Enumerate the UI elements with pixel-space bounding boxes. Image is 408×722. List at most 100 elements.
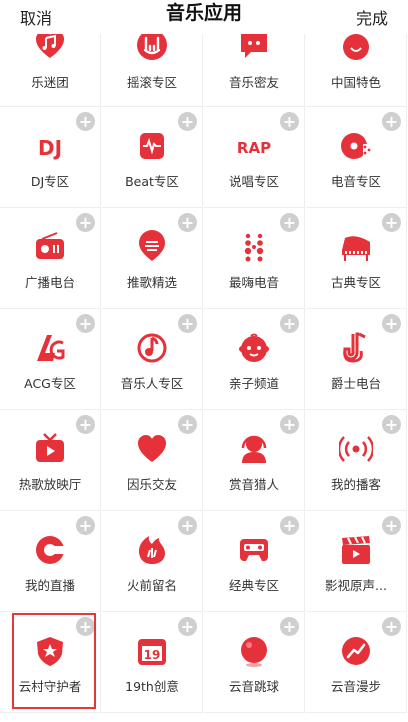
app-tile-label: 中国特色 <box>330 75 381 90</box>
app-tile-label: 赏音猎人 <box>228 477 279 492</box>
app-tile-19th-creative[interactable]: 19 19th创意 + <box>102 612 203 713</box>
grid-row: 云村守护者 + 19 19th创意 + 云音跳球 + 云音漫步 + <box>0 612 408 713</box>
app-tile-music-dating[interactable]: 因乐交友 + <box>102 410 203 511</box>
radio-icon <box>33 230 67 264</box>
add-button[interactable]: + <box>382 617 401 636</box>
app-tile-dj[interactable]: DJ DJ专区 + <box>0 107 101 208</box>
add-button[interactable]: + <box>280 617 299 636</box>
app-tile-cloud-village-guardian[interactable]: 云村守护者 + <box>0 612 101 713</box>
svg-text:19: 19 <box>144 648 161 662</box>
app-tile-label: 火前留名 <box>126 578 177 593</box>
app-tile-label: 音乐人专区 <box>120 376 184 391</box>
19th-icon: 19 <box>135 634 169 668</box>
app-tile-label: 我的播客 <box>330 477 381 492</box>
app-tile-parent-child[interactable]: 亲子频道 + <box>204 309 305 410</box>
add-button[interactable]: + <box>382 112 401 131</box>
top-bar: 取消 音乐应用 完成 <box>0 0 408 34</box>
app-tile-my-live[interactable]: 我的直播 + <box>0 511 101 612</box>
app-tile-label: 因乐交友 <box>126 477 177 492</box>
add-button[interactable]: + <box>280 112 299 131</box>
grid-row: 广播电台 + 推歌精选 + 最嗨电音 + 古典专区 + <box>0 208 408 309</box>
app-tile-label: Beat专区 <box>125 174 179 189</box>
app-tile-label: 经典专区 <box>228 578 279 593</box>
svg-text:RAP: RAP <box>237 139 271 157</box>
app-tile-cloud-ball[interactable]: 云音跳球 + <box>204 612 305 713</box>
add-button[interactable]: + <box>76 617 95 636</box>
app-tile-electronic[interactable]: 电音专区 + <box>306 107 407 208</box>
app-tile-fire-name[interactable]: 火前留名 + <box>102 511 203 612</box>
add-button[interactable]: + <box>178 516 197 535</box>
app-tile-label: ACG专区 <box>24 376 76 391</box>
add-button[interactable]: + <box>382 213 401 232</box>
add-button[interactable]: + <box>76 112 95 131</box>
add-button[interactable]: + <box>76 415 95 434</box>
add-button[interactable]: + <box>382 415 401 434</box>
rap-icon: RAP <box>237 129 271 163</box>
musician-icon <box>135 331 169 365</box>
app-tile-label: 热歌放映厅 <box>18 477 82 492</box>
app-tile-china-style[interactable]: 中国特色 <box>306 34 407 107</box>
add-button[interactable]: + <box>178 213 197 232</box>
beat-icon <box>135 129 169 163</box>
app-tile-label: 云音跳球 <box>228 679 279 694</box>
app-tile-label: 乐迷团 <box>31 75 69 90</box>
add-button[interactable]: + <box>280 314 299 333</box>
add-button[interactable]: + <box>76 213 95 232</box>
app-tile-classical[interactable]: 古典专区 + <box>306 208 407 309</box>
app-tile-film-soundtrack[interactable]: 影视原声... + <box>306 511 407 612</box>
app-tile-my-podcast[interactable]: 我的播客 + <box>306 410 407 511</box>
app-tile-acg[interactable]: ACG专区 + <box>0 309 101 410</box>
podcast-icon <box>339 432 373 466</box>
app-tile-fan-club[interactable]: 乐迷团 <box>0 34 101 107</box>
add-button[interactable]: + <box>382 314 401 333</box>
app-tile-hot-song-theater[interactable]: 热歌放映厅 + <box>0 410 101 511</box>
app-tile-recommend[interactable]: 推歌精选 + <box>102 208 203 309</box>
add-button[interactable]: + <box>280 516 299 535</box>
app-tile-classic[interactable]: 经典专区 + <box>204 511 305 612</box>
add-button[interactable]: + <box>280 213 299 232</box>
app-tile-sound-hunter[interactable]: 赏音猎人 + <box>204 410 305 511</box>
hunter-icon <box>237 432 271 466</box>
app-tile-music-friends[interactable]: 音乐密友 <box>204 34 305 107</box>
heart-music-icon <box>33 34 67 62</box>
app-tile-label: 电音专区 <box>330 174 381 189</box>
heart-icon <box>135 432 169 466</box>
add-button[interactable]: + <box>76 314 95 333</box>
ball-icon <box>237 634 271 668</box>
app-tile-label: 摇滚专区 <box>126 75 177 90</box>
grid-row: DJ DJ专区 + Beat专区 + RAP 说唱专区 + 电音专区 + <box>0 107 408 208</box>
add-button[interactable]: + <box>178 415 197 434</box>
app-tile-rap[interactable]: RAP 说唱专区 + <box>204 107 305 208</box>
app-tile-label: 影视原声... <box>325 578 387 593</box>
live-icon <box>33 533 67 567</box>
app-tile-jazz-radio[interactable]: 爵士电台 + <box>306 309 407 410</box>
rock-hand-icon <box>135 34 169 62</box>
svg-text:DJ: DJ <box>38 136 62 160</box>
app-tile-label: 云村守护者 <box>18 679 82 694</box>
app-tile-musician[interactable]: 音乐人专区 + <box>102 309 203 410</box>
app-tile-label: 我的直播 <box>24 578 75 593</box>
app-tile-beat[interactable]: Beat专区 + <box>102 107 203 208</box>
add-button[interactable]: + <box>178 112 197 131</box>
clapperboard-icon <box>339 533 373 567</box>
done-button[interactable]: 完成 <box>356 5 388 29</box>
add-button[interactable]: + <box>280 415 299 434</box>
shield-star-icon <box>33 634 67 668</box>
app-tile-label: 广播电台 <box>24 275 75 290</box>
app-tile-radio[interactable]: 广播电台 + <box>0 208 101 309</box>
grid-row: 我的直播 + 火前留名 + 经典专区 + 影视原声... + <box>0 511 408 612</box>
chat-friend-icon <box>237 34 271 62</box>
app-tile-rock[interactable]: 摇滚专区 <box>102 34 203 107</box>
page-title: 音乐应用 <box>165 2 242 24</box>
grid-row: 热歌放映厅 + 因乐交友 + 赏音猎人 + 我的播客 + <box>0 410 408 511</box>
add-button[interactable]: + <box>382 516 401 535</box>
add-button[interactable]: + <box>178 314 197 333</box>
add-button[interactable]: + <box>178 617 197 636</box>
app-tile-label: DJ专区 <box>30 174 70 189</box>
app-tile-hot-electronic[interactable]: 最嗨电音 + <box>204 208 305 309</box>
dj-icon: DJ <box>33 129 67 163</box>
app-tile-cloud-walk[interactable]: 云音漫步 + <box>306 612 407 713</box>
add-button[interactable]: + <box>76 516 95 535</box>
acg-icon <box>33 331 67 365</box>
baby-icon <box>237 331 271 365</box>
